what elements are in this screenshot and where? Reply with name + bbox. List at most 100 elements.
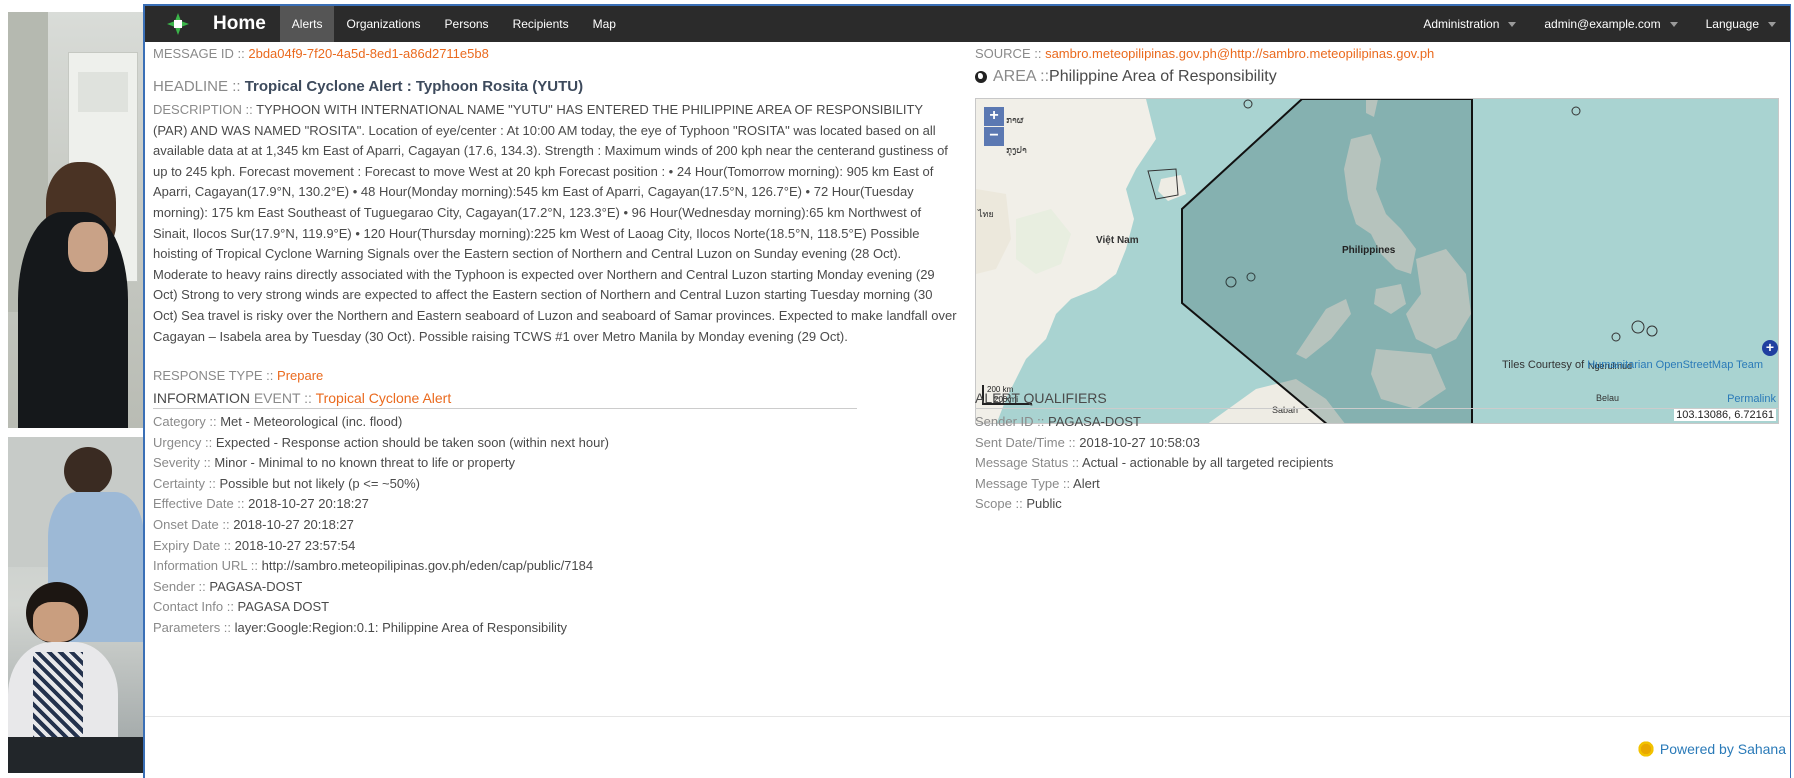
zoom-out-button[interactable]: −: [984, 127, 1004, 146]
tiles-attribution-link[interactable]: Humanitarian OpenStreetMap Team: [1587, 359, 1763, 371]
field-label: Urgency ::: [153, 434, 216, 450]
alert-qualifiers-title: ALERT QUALIFIERS: [975, 390, 1779, 409]
event-value: Tropical Cyclone Alert: [315, 390, 452, 406]
field-value: 2018-10-27 23:57:54: [234, 537, 356, 553]
field-value: 2018-10-27 20:18:27: [248, 496, 369, 512]
area-value: Philippine Area of Responsibility: [1049, 68, 1277, 85]
field-value: Minor - Minimal to no known threat to li…: [214, 455, 515, 471]
qual-sender-id-row: Sender ID :: PAGASA-DOST: [975, 412, 1333, 433]
information-url-link[interactable]: http://sambro.meteopilipinas.gov.ph/eden…: [262, 558, 593, 573]
field-label: Scope ::: [975, 496, 1027, 512]
field-label: Sent Date/Time ::: [975, 434, 1080, 450]
field-label: Information URL ::: [153, 558, 262, 574]
nav-persons[interactable]: Persons: [433, 6, 501, 42]
field-label: Severity ::: [153, 455, 215, 471]
map-label-philippines: Philippines: [1342, 245, 1396, 256]
map-label-thai-north: ກາຜ: [1006, 115, 1024, 125]
camera-feed-top: [8, 12, 144, 428]
field-value: Actual - actionable by all targeted reci…: [1081, 455, 1334, 471]
nav-map[interactable]: Map: [581, 6, 628, 42]
chevron-down-icon: [1768, 21, 1776, 27]
alert-qualifiers-fields: Sender ID :: PAGASA-DOST Sent Date/Time …: [975, 412, 1333, 515]
field-label: Sender ID ::: [975, 414, 1048, 429]
user-label: admin@example.com: [1544, 17, 1661, 31]
field-label: Contact Info ::: [153, 599, 238, 615]
language-dropdown[interactable]: Language: [1692, 6, 1790, 42]
info-sender-row: Sender :: PAGASA-DOST: [153, 577, 609, 598]
nav-alerts[interactable]: Alerts: [279, 6, 335, 42]
field-label: Message Type ::: [975, 475, 1074, 491]
information-fields: Category :: Met - Meteorological (inc. f…: [153, 412, 609, 639]
map-label-thailand: ไทย: [978, 209, 994, 219]
event-label: EVENT ::: [253, 390, 316, 406]
mouse-position-readout: 103.13086, 6.72161: [1674, 409, 1776, 421]
qual-sent-row: Sent Date/Time :: 2018-10-27 10:58:03: [975, 433, 1333, 454]
zoom-in-button[interactable]: +: [984, 107, 1004, 126]
field-label: Effective Date ::: [153, 496, 249, 512]
field-label: Sender ::: [153, 578, 210, 594]
area-map[interactable]: + − ກາຜ ກຸງປາ ไทย Việt Nam Philippines N…: [975, 98, 1779, 424]
nav-organizations[interactable]: Organizations: [334, 6, 432, 42]
field-label: Category ::: [153, 414, 221, 429]
user-dropdown[interactable]: admin@example.com: [1530, 6, 1691, 42]
message-id-row: MESSAGE ID :: 2bda04f9-7f20-4a5d-8ed1-a8…: [153, 46, 489, 61]
area-label: AREA ::: [993, 68, 1050, 85]
information-section-title: INFORMATION EVENT :: Tropical Cyclone Al…: [153, 390, 857, 409]
info-onset-date-row: Onset Date :: 2018-10-27 20:18:27: [153, 515, 609, 536]
camera-feed-bottom: [8, 437, 144, 773]
field-value: Public: [1026, 496, 1062, 512]
field-value: PAGASA-DOST: [1047, 414, 1141, 429]
info-expiry-date-row: Expiry Date :: 2018-10-27 23:57:54: [153, 536, 609, 557]
powered-by-link[interactable]: Powered by Sahana: [1636, 740, 1786, 758]
layer-switcher-plus-icon[interactable]: +: [1762, 340, 1778, 356]
field-value: PAGASA DOST: [237, 599, 330, 615]
field-value: Expected - Response action should be tak…: [215, 434, 609, 450]
description-label: DESCRIPTION ::: [153, 102, 257, 117]
footer-divider: [145, 716, 1790, 717]
field-label: Expiry Date ::: [153, 537, 235, 553]
info-severity-row: Severity :: Minor - Minimal to no known …: [153, 453, 609, 474]
source-value: sambro.meteopilipinas.gov.ph@http://samb…: [1045, 46, 1435, 61]
message-id-label: MESSAGE ID ::: [153, 46, 249, 61]
map-label-thai-mid: ກຸງປາ: [1006, 145, 1027, 155]
response-type-label: RESPONSE TYPE ::: [153, 368, 278, 383]
info-contact-row: Contact Info :: PAGASA DOST: [153, 597, 609, 618]
map-canvas[interactable]: [976, 99, 1779, 424]
tiles-attribution: Tiles Courtesy of Humanitarian OpenStree…: [1502, 359, 1763, 371]
headline-value: Tropical Cyclone Alert : Typhoon Rosita …: [244, 78, 584, 95]
sahana-sunflower-icon: [1636, 740, 1655, 758]
message-id-value: 2bda04f9-7f20-4a5d-8ed1-a86d2711e5b8: [248, 46, 489, 61]
brand-home-link[interactable]: Home: [213, 13, 266, 35]
administration-dropdown[interactable]: Administration: [1409, 6, 1530, 42]
language-label: Language: [1705, 17, 1759, 31]
qual-scope-row: Scope :: Public: [975, 494, 1333, 515]
globe-icon: [975, 71, 987, 83]
source-label: SOURCE ::: [975, 46, 1046, 61]
top-navbar: Home Alerts Organizations Persons Recipi…: [145, 6, 1790, 42]
field-value: 2018-10-27 20:18:27: [233, 516, 354, 532]
qual-type-row: Message Type :: Alert: [975, 474, 1333, 495]
qual-status-row: Message Status :: Actual - actionable by…: [975, 453, 1333, 474]
nav-right-menu: Administration admin@example.com Languag…: [1409, 6, 1790, 42]
field-value: Possible but not likely (p <= ~50%): [219, 475, 420, 491]
info-category-row: Category :: Met - Meteorological (inc. f…: [153, 412, 609, 433]
field-value: layer:Google:Region:0.1: Philippine Area…: [234, 619, 568, 635]
nav-recipients[interactable]: Recipients: [501, 6, 581, 42]
information-title-label: INFORMATION: [153, 390, 254, 406]
sahana-logo-icon[interactable]: [165, 11, 191, 37]
description-value: TYPHOON WITH INTERNATIONAL NAME "YUTU" H…: [153, 102, 957, 344]
field-value: 2018-10-27 10:58:03: [1079, 434, 1200, 450]
field-value: Alert: [1073, 475, 1100, 491]
field-value: Met - Meteorological (inc. flood): [220, 414, 403, 429]
info-certainty-row: Certainty :: Possible but not likely (p …: [153, 474, 609, 495]
response-type-value: Prepare: [277, 368, 324, 383]
app-window: Home Alerts Organizations Persons Recipi…: [143, 4, 1791, 778]
description-block: DESCRIPTION :: TYPHOON WITH INTERNATIONA…: [153, 100, 959, 347]
tiles-attribution-text: Tiles Courtesy of: [1502, 359, 1588, 371]
alert-qualifiers-label: ALERT QUALIFIERS: [975, 390, 1107, 406]
info-urgency-row: Urgency :: Expected - Response action sh…: [153, 433, 609, 454]
info-url-row: Information URL :: http://sambro.meteopi…: [153, 556, 609, 577]
administration-label: Administration: [1423, 17, 1500, 31]
field-label: Certainty ::: [153, 475, 220, 491]
map-label-vietnam: Việt Nam: [1096, 235, 1139, 246]
